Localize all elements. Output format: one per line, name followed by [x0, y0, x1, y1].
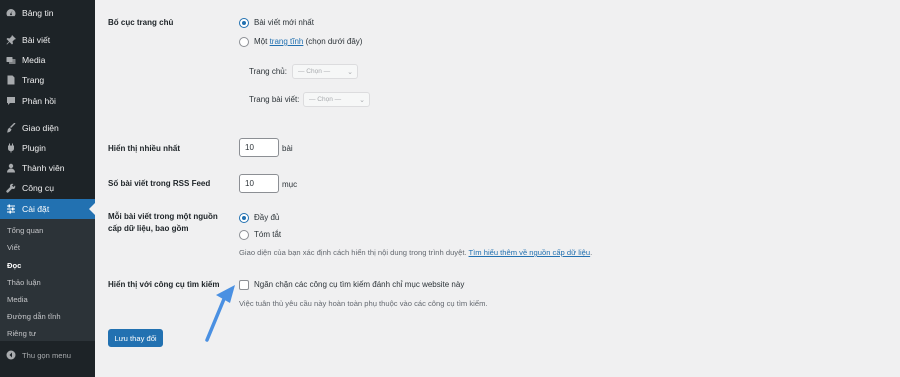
radio-summary[interactable]: [239, 230, 249, 240]
submenu-item-discussion[interactable]: Thảo luận: [7, 278, 41, 287]
discourage-search-label: Ngăn chặn các công cụ tìm kiếm đánh chỉ …: [254, 280, 465, 289]
sidebar-item-dashboard[interactable]: Bảng tin: [0, 3, 95, 23]
submenu-item-privacy[interactable]: Riêng tư: [7, 329, 36, 338]
submenu-item-permalinks[interactable]: Đường dẫn tĩnh: [7, 312, 61, 321]
plugin-icon: [0, 143, 22, 153]
sidebar-item-comments[interactable]: Phản hồi: [0, 91, 95, 111]
sidebar-item-label: Giao diện: [22, 123, 59, 133]
submenu-item-reading[interactable]: Đọc: [7, 261, 21, 270]
sidebar-item-appearance[interactable]: Giao diện: [0, 118, 95, 138]
sidebar-item-label: Media: [22, 55, 46, 65]
wrench-icon: [0, 183, 22, 193]
static-page-link[interactable]: trang tĩnh: [270, 37, 304, 46]
feed-content-description: Giao diện của bạn xác định cách hiển thị…: [239, 248, 592, 257]
sidebar-item-pages[interactable]: Trang: [0, 70, 95, 90]
comment-icon: [0, 96, 22, 106]
sidebar-item-label: Thành viên: [22, 163, 65, 173]
collapse-menu-label: Thu gọn menu: [22, 350, 71, 360]
static-page-suffix: (chọn dưới đây): [305, 37, 363, 46]
save-changes-button[interactable]: Lưu thay đổi: [108, 329, 163, 347]
media-icon: [0, 55, 22, 65]
posts-per-page-unit: bài: [282, 144, 293, 153]
rss-items-unit: mục: [282, 180, 298, 189]
sidebar-item-users[interactable]: Thành viên: [0, 158, 95, 178]
sidebar-item-label: Bảng tin: [22, 8, 54, 18]
radio-static-page[interactable]: [239, 37, 249, 47]
radio-full-text[interactable]: [239, 213, 249, 223]
active-menu-arrow: [89, 203, 95, 215]
homepage-select-value: — Chọn —: [298, 68, 331, 75]
posts-page-select-value: — Chọn —: [309, 96, 342, 103]
sidebar-item-posts[interactable]: Bài viết: [0, 30, 95, 50]
settings-icon: [0, 204, 22, 214]
sidebar-item-label: Bài viết: [22, 35, 51, 45]
radio-latest-posts-label: Bài viết mới nhất: [254, 18, 314, 27]
submenu-item-writing[interactable]: Viết: [7, 243, 20, 252]
homepage-select-label: Trang chủ:: [249, 67, 287, 76]
radio-full-text-label: Đầy đủ: [254, 213, 280, 222]
sidebar-item-label: Phản hồi: [22, 96, 56, 106]
sidebar-item-settings[interactable]: Cài đặt: [0, 199, 95, 219]
rss-items-label: Số bài viết trong RSS Feed: [108, 179, 211, 188]
annotation-arrow-icon: [205, 285, 235, 342]
feed-learn-more-link[interactable]: Tìm hiểu thêm về nguồn cấp dữ liệu: [469, 248, 591, 257]
homepage-display-label: Bố cục trang chủ: [108, 18, 174, 27]
admin-sidebar: Bảng tin Bài viết Media Trang Phản hồi G…: [0, 0, 95, 377]
radio-latest-posts[interactable]: [239, 18, 249, 28]
sidebar-item-label: Trang: [22, 75, 45, 85]
posts-page-select: — Chọn — ⌄: [303, 92, 370, 107]
users-icon: [0, 163, 22, 173]
posts-per-page-label: Hiển thị nhiều nhất: [108, 144, 180, 153]
pin-icon: [0, 35, 22, 45]
homepage-select: — Chọn — ⌄: [292, 64, 358, 79]
static-page-prefix: Một: [254, 37, 268, 46]
sidebar-item-label: Plugin: [22, 143, 46, 153]
discourage-search-checkbox[interactable]: [239, 280, 249, 290]
sidebar-item-media[interactable]: Media: [0, 50, 95, 70]
submenu-item-media[interactable]: Media: [7, 295, 28, 304]
feed-description-text: Giao diện của bạn xác định cách hiển thị…: [239, 248, 467, 257]
page-icon: [0, 75, 22, 85]
collapse-menu-button[interactable]: Thu gọn menu: [0, 346, 95, 364]
radio-static-page-label: Một trang tĩnh (chọn dưới đây): [254, 36, 362, 48]
chevron-down-icon: ⌄: [347, 69, 353, 76]
posts-per-page-input[interactable]: [239, 138, 279, 157]
collapse-icon: [0, 350, 22, 360]
feed-content-label-line1: Mỗi bài viết trong một nguồn: [108, 212, 218, 221]
sidebar-item-label: Công cụ: [22, 183, 55, 193]
chevron-down-icon: ⌄: [359, 97, 365, 104]
settings-submenu: Tổng quan Viết Đọc Thảo luận Media Đường…: [0, 219, 95, 341]
radio-summary-label: Tóm tắt: [254, 230, 282, 239]
feed-content-label-line2: cấp dữ liệu, bao gồm: [108, 224, 189, 233]
brush-icon: [0, 123, 22, 133]
sidebar-item-label: Cài đặt: [22, 204, 50, 214]
posts-page-select-label: Trang bài viết:: [249, 95, 300, 104]
feed-description-period: .: [590, 248, 593, 257]
sidebar-item-tools[interactable]: Công cụ: [0, 178, 95, 198]
submenu-item-general[interactable]: Tổng quan: [7, 226, 43, 235]
search-visibility-note: Việc tuân thủ yêu cầu này hoàn toàn phụ …: [239, 299, 488, 308]
dashboard-icon: [0, 8, 22, 18]
sidebar-item-plugins[interactable]: Plugin: [0, 138, 95, 158]
rss-items-input[interactable]: [239, 174, 279, 193]
